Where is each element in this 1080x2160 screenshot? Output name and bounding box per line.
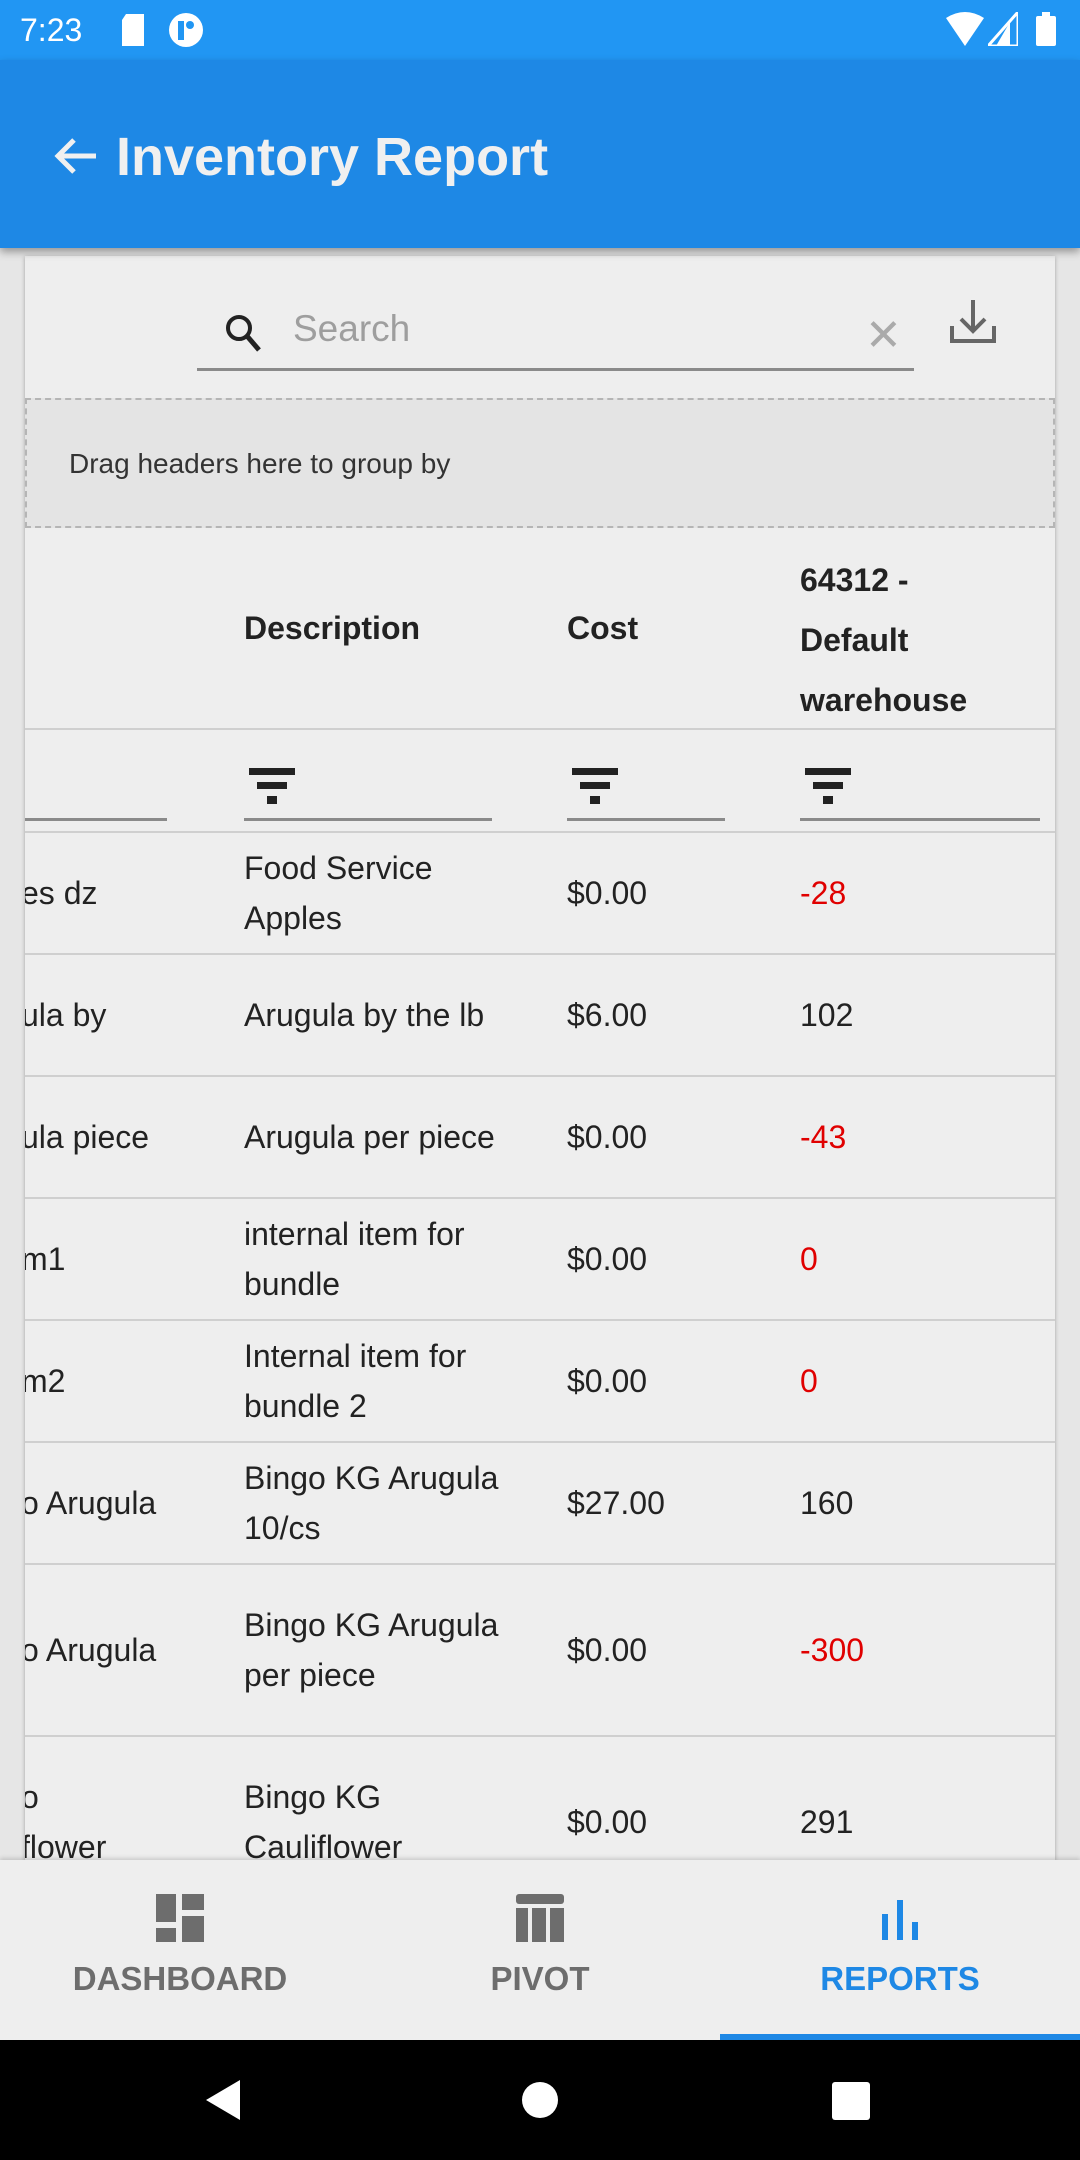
table-header: Description Cost 64312 - Default warehou… bbox=[25, 530, 1055, 730]
filter-icon[interactable] bbox=[805, 768, 851, 804]
quantity-cell: 291 bbox=[800, 1804, 854, 1840]
group-by-hint: Drag headers here to group by bbox=[69, 448, 451, 479]
bottom-navigation: DASHBOARD PIVOT REPORTS bbox=[0, 1860, 1080, 2040]
tab-pivot[interactable]: PIVOT bbox=[360, 1860, 720, 2040]
table-row[interactable]: m2 Internal item for bundle 2 $0.00 0 bbox=[25, 1321, 1055, 1443]
tab-label: PIVOT bbox=[490, 1960, 590, 1997]
table-row[interactable]: o flower Bingo KG Cauliflower $0.00 291 bbox=[25, 1737, 1055, 1860]
table-row[interactable]: o Arugula Bingo KG Arugula 10/cs $27.00 160 bbox=[25, 1443, 1055, 1565]
description-cell: Bingo KG Arugula per piece bbox=[244, 1607, 499, 1693]
description-cell: Bingo KG Arugula 10/cs bbox=[244, 1460, 499, 1546]
filter-input-description[interactable] bbox=[244, 818, 492, 821]
system-back-icon[interactable] bbox=[206, 2080, 242, 2120]
tab-reports[interactable]: REPORTS bbox=[720, 1860, 1080, 2040]
quantity-cell: -43 bbox=[800, 1119, 847, 1155]
table-row[interactable]: ula by Arugula by the lb $6.00 102 bbox=[25, 955, 1055, 1077]
column-header-description[interactable]: Description bbox=[244, 610, 420, 647]
app-bar: Inventory Report bbox=[0, 60, 1080, 248]
filter-input-cost[interactable] bbox=[567, 818, 725, 821]
battery-icon bbox=[1036, 12, 1056, 46]
app-notification-icon bbox=[169, 13, 203, 47]
quantity-cell: 0 bbox=[800, 1241, 818, 1277]
bar-chart-icon bbox=[882, 1900, 918, 1940]
table-row[interactable]: es dz Food Service Apples $0.00 -28 bbox=[25, 833, 1055, 955]
column-header-warehouse[interactable]: 64312 - Default warehouse bbox=[800, 550, 1000, 730]
filter-row bbox=[25, 730, 1055, 833]
column-header-cost[interactable]: Cost bbox=[567, 610, 638, 647]
quantity-cell: 102 bbox=[800, 997, 854, 1033]
item-name-cell: o Arugula bbox=[25, 1485, 157, 1521]
cost-cell: $0.00 bbox=[567, 1632, 648, 1668]
cost-cell: $0.00 bbox=[567, 1363, 648, 1399]
table-row[interactable]: m1 internal item for bundle $0.00 0 bbox=[25, 1199, 1055, 1321]
signal-icon bbox=[988, 12, 1018, 46]
search-input[interactable]: Search ✕ bbox=[197, 296, 914, 371]
cost-cell: $0.00 bbox=[567, 1119, 648, 1155]
cost-cell: $27.00 bbox=[567, 1485, 665, 1521]
item-name-cell: m1 bbox=[25, 1241, 66, 1277]
quantity-cell: 0 bbox=[800, 1363, 818, 1399]
quantity-cell: -28 bbox=[800, 875, 847, 911]
quantity-cell: -300 bbox=[800, 1632, 865, 1668]
description-cell: Food Service Apples bbox=[244, 850, 433, 936]
status-bar: 7:23 bbox=[0, 0, 1080, 60]
table-row[interactable]: o Arugula Bingo KG Arugula per piece $0.00… bbox=[25, 1565, 1055, 1737]
item-name-cell: o Arugula bbox=[25, 1632, 157, 1668]
pivot-table-icon bbox=[516, 1894, 564, 1942]
search-placeholder: Search bbox=[293, 308, 411, 349]
item-name-cell: ula piece bbox=[25, 1119, 150, 1155]
description-cell: Bingo KG Cauliflower bbox=[244, 1779, 403, 1860]
cost-cell: $0.00 bbox=[567, 1804, 648, 1840]
search-icon bbox=[226, 315, 261, 352]
tab-label: REPORTS bbox=[820, 1960, 980, 1997]
item-name-cell: m2 bbox=[25, 1363, 66, 1399]
description-cell: Arugula per piece bbox=[244, 1119, 495, 1155]
sd-card-icon bbox=[122, 14, 144, 46]
quantity-cell: 160 bbox=[800, 1485, 854, 1521]
filter-input-warehouse[interactable] bbox=[800, 818, 1040, 821]
dashboard-icon bbox=[156, 1894, 204, 1942]
cost-cell: $0.00 bbox=[567, 875, 648, 911]
filter-input-name[interactable] bbox=[25, 818, 167, 821]
description-cell: Arugula by the lb bbox=[244, 997, 485, 1033]
item-name-cell: ula by bbox=[25, 997, 107, 1033]
system-home-icon[interactable] bbox=[522, 2082, 558, 2118]
clear-search-icon[interactable]: ✕ bbox=[865, 310, 902, 361]
tab-label: DASHBOARD bbox=[72, 1960, 288, 1997]
item-name-cell: o flower bbox=[25, 1779, 107, 1860]
wifi-icon bbox=[946, 12, 984, 46]
filter-icon[interactable] bbox=[249, 768, 295, 804]
description-cell: Internal item for bundle 2 bbox=[244, 1338, 467, 1424]
cost-cell: $6.00 bbox=[567, 997, 648, 1033]
back-arrow-icon[interactable] bbox=[52, 136, 98, 176]
download-icon[interactable] bbox=[949, 300, 997, 344]
report-grid-card: Search ✕ Drag headers here to group by D… bbox=[25, 256, 1055, 1860]
item-name-cell: es dz bbox=[25, 875, 98, 911]
group-by-panel[interactable]: Drag headers here to group by bbox=[25, 398, 1055, 528]
tab-dashboard[interactable]: DASHBOARD bbox=[0, 1860, 360, 2040]
description-cell: internal item for bundle bbox=[244, 1216, 465, 1302]
status-time: 7:23 bbox=[20, 12, 83, 48]
table-row[interactable]: ula piece Arugula per piece $0.00 -43 bbox=[25, 1077, 1055, 1199]
filter-icon[interactable] bbox=[572, 768, 618, 804]
page-title: Inventory Report bbox=[116, 127, 549, 187]
cost-cell: $0.00 bbox=[567, 1241, 648, 1277]
system-recents-icon[interactable] bbox=[832, 2082, 870, 2120]
system-navigation-bar bbox=[0, 2040, 1080, 2160]
